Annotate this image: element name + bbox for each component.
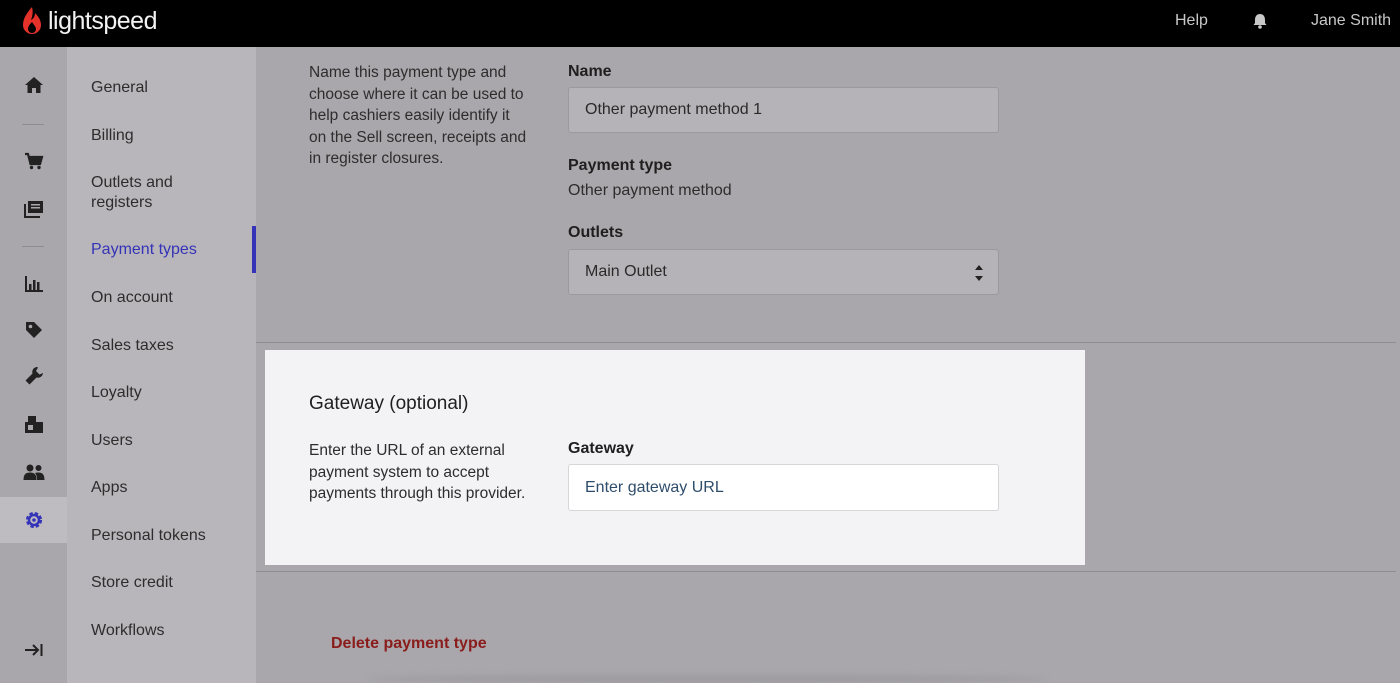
payment-type-value: Other payment method bbox=[568, 182, 732, 199]
footer-shadow bbox=[366, 675, 1046, 683]
gateway-label: Gateway bbox=[568, 440, 634, 457]
cart-icon[interactable] bbox=[0, 138, 67, 184]
divider bbox=[256, 571, 1396, 572]
sidebar-item-store-credit[interactable]: Store credit bbox=[91, 573, 251, 593]
wrench-icon[interactable] bbox=[0, 353, 67, 399]
sidebar-item-outlets-and-registers[interactable]: Outlets and registers bbox=[91, 173, 201, 213]
sidebar-item-general[interactable]: General bbox=[91, 78, 251, 98]
delete-payment-type-button[interactable]: Delete payment type bbox=[331, 635, 487, 653]
sidebar-item-apps[interactable]: Apps bbox=[91, 478, 251, 498]
gateway-url-input[interactable]: Enter gateway URL bbox=[568, 464, 999, 511]
brand-name: lightspeed bbox=[48, 6, 157, 35]
settings-nav: General Billing Outlets and registers Pa… bbox=[67, 47, 256, 683]
sidebar-item-users[interactable]: Users bbox=[91, 431, 251, 451]
sidebar-item-loyalty[interactable]: Loyalty bbox=[91, 383, 251, 403]
help-link[interactable]: Help bbox=[1175, 12, 1208, 30]
sidebar-item-payment-types[interactable]: Payment types bbox=[91, 240, 251, 260]
tag-icon[interactable] bbox=[0, 307, 67, 353]
sidebar-item-sales-taxes[interactable]: Sales taxes bbox=[91, 336, 251, 356]
user-menu[interactable]: Jane Smith bbox=[1311, 12, 1391, 30]
sidebar-item-workflows[interactable]: Workflows bbox=[91, 621, 251, 641]
outlets-label: Outlets bbox=[568, 224, 624, 241]
home-icon[interactable] bbox=[0, 62, 67, 108]
catalog-icon[interactable] bbox=[0, 186, 67, 232]
customers-icon[interactable] bbox=[0, 449, 67, 495]
name-input[interactable]: Other payment method 1 bbox=[568, 87, 999, 133]
gateway-description: Enter the URL of an external payment sys… bbox=[309, 442, 526, 503]
flame-logo-icon bbox=[22, 6, 42, 36]
logo[interactable]: lightspeed bbox=[22, 6, 157, 36]
sidebar-item-personal-tokens[interactable]: Personal tokens bbox=[91, 526, 251, 546]
outlets-select[interactable]: Main Outlet bbox=[568, 249, 999, 295]
icon-rail bbox=[0, 47, 67, 683]
gateway-card: Gateway (optional) Enter the URL of an e… bbox=[265, 350, 1085, 565]
main-content: Name this payment type and choose where … bbox=[256, 47, 1400, 683]
reports-icon[interactable] bbox=[0, 261, 67, 307]
divider bbox=[256, 342, 1396, 343]
top-bar: lightspeed Help Jane Smith bbox=[0, 0, 1400, 47]
inventory-icon[interactable] bbox=[0, 401, 67, 447]
select-arrows-icon bbox=[974, 262, 984, 284]
name-label: Name bbox=[568, 63, 612, 80]
outlets-selected-value: Main Outlet bbox=[585, 263, 667, 280]
gear-icon[interactable] bbox=[0, 497, 67, 543]
gateway-title: Gateway (optional) bbox=[309, 393, 469, 414]
payment-type-label: Payment type bbox=[568, 157, 673, 174]
details-description: Name this payment type and choose where … bbox=[309, 64, 527, 168]
bell-icon[interactable] bbox=[1251, 12, 1269, 30]
sidebar-item-on-account[interactable]: On account bbox=[91, 288, 251, 308]
collapse-icon[interactable] bbox=[0, 627, 67, 673]
sidebar-item-billing[interactable]: Billing bbox=[91, 126, 251, 146]
